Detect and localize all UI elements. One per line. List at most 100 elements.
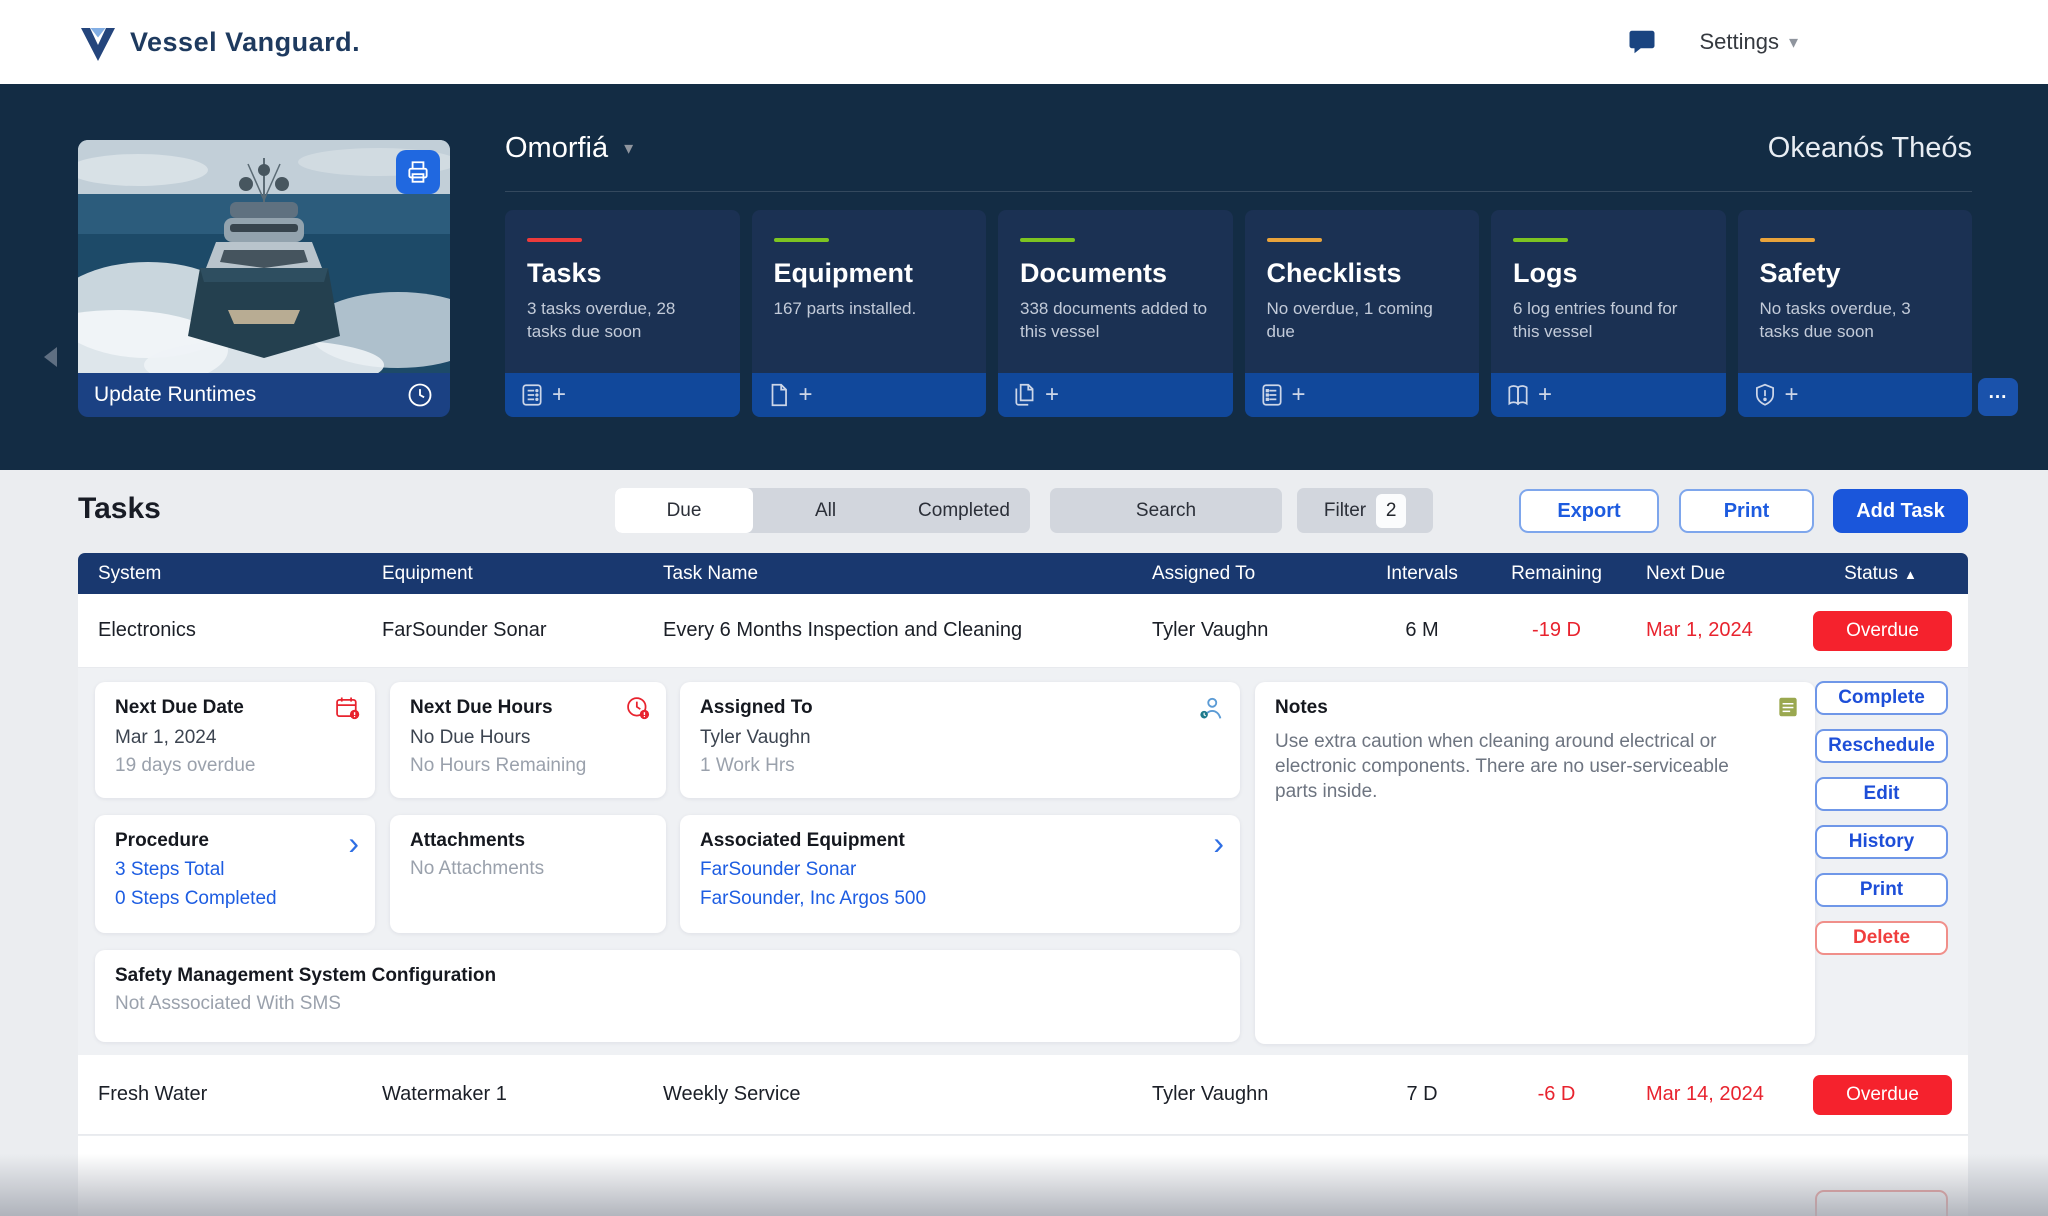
- stat-card-equipment[interactable]: Equipment 167 parts installed. +: [752, 210, 987, 417]
- stat-card-subtitle: 3 tasks overdue, 28 tasks due soon: [527, 298, 720, 344]
- procedure-steps-total-link[interactable]: 3 Steps Total: [115, 859, 355, 881]
- more-cards-button[interactable]: ...: [1978, 378, 2018, 416]
- tab-due[interactable]: Due: [615, 488, 753, 533]
- documents-icon: [1012, 382, 1038, 408]
- associated-equipment-link[interactable]: FarSounder, Inc Argos 500: [700, 888, 1220, 910]
- refresh-clock-icon: [406, 381, 434, 409]
- row-task-name: Every 6 Months Inspection and Cleaning: [643, 619, 1132, 642]
- notes-card: Notes Use extra caution when cleaning ar…: [1255, 682, 1815, 1044]
- print-button[interactable]: Print: [1679, 489, 1814, 533]
- task-detail-panel: Next Due Date Mar 1, 2024 19 days overdu…: [78, 668, 1968, 1055]
- status-badge: Overdue: [1813, 1075, 1952, 1115]
- plus-icon: +: [1045, 383, 1059, 407]
- stat-card-safety[interactable]: Safety No tasks overdue, 3 tasks due soo…: [1738, 210, 1973, 417]
- row-assigned-to: Tyler Vaughn: [1132, 619, 1357, 642]
- table-row[interactable]: Fresh Water Watermaker 1 Weekly Service …: [78, 1055, 1968, 1135]
- next-task-detail-panel: [78, 1136, 1968, 1216]
- associated-equipment-title: Associated Equipment: [700, 830, 1220, 852]
- stat-card-subtitle: 167 parts installed.: [774, 298, 967, 321]
- row-equipment: FarSounder Sonar: [362, 619, 643, 642]
- associated-equipment-link[interactable]: FarSounder Sonar: [700, 859, 1220, 881]
- person-clock-icon: [1196, 694, 1226, 724]
- tasks-section-title: Tasks: [78, 492, 161, 526]
- stat-card-logs[interactable]: Logs 6 log entries found for this vessel…: [1491, 210, 1726, 417]
- stat-card-tasks[interactable]: Tasks 3 tasks overdue, 28 tasks due soon…: [505, 210, 740, 417]
- settings-label: Settings: [1699, 29, 1779, 55]
- search-button[interactable]: Search: [1050, 488, 1282, 533]
- print-vessel-button[interactable]: [396, 150, 440, 194]
- edit-button[interactable]: Edit: [1815, 777, 1948, 811]
- column-status[interactable]: Status▲: [1793, 563, 1968, 585]
- partial-delete-button[interactable]: [1815, 1190, 1948, 1216]
- associated-equipment-card[interactable]: Associated Equipment › FarSounder Sonar …: [680, 815, 1240, 933]
- stat-card-documents[interactable]: Documents 338 documents added to this ve…: [998, 210, 1233, 417]
- add-safety-quick-action[interactable]: +: [1738, 373, 1973, 417]
- add-document-quick-action[interactable]: +: [998, 373, 1233, 417]
- filter-button[interactable]: Filter 2: [1297, 488, 1433, 533]
- history-button[interactable]: History: [1815, 825, 1948, 859]
- previous-vessel-arrow[interactable]: [44, 347, 57, 367]
- sms-value: Not Asssociated With SMS: [115, 993, 1220, 1015]
- procedure-steps-completed-link[interactable]: 0 Steps Completed: [115, 888, 355, 910]
- notes-body: Use extra caution when cleaning around e…: [1275, 729, 1755, 804]
- row-next-due: Mar 14, 2024: [1626, 1083, 1793, 1106]
- task-filter-tabs: Due All Completed: [615, 488, 1030, 533]
- accent-bar: [774, 238, 829, 242]
- row-system: Fresh Water: [78, 1083, 362, 1106]
- chevron-down-icon: ▾: [1789, 32, 1798, 53]
- column-assigned-to[interactable]: Assigned To: [1132, 563, 1357, 585]
- add-equipment-quick-action[interactable]: +: [752, 373, 987, 417]
- complete-button[interactable]: Complete: [1815, 681, 1948, 715]
- column-remaining[interactable]: Remaining: [1487, 563, 1626, 585]
- plus-icon: +: [552, 383, 566, 407]
- stat-card-subtitle: No overdue, 1 coming due: [1267, 298, 1460, 344]
- filter-count-badge: 2: [1376, 494, 1406, 528]
- stat-card-title: Logs: [1513, 258, 1706, 289]
- stat-card-title: Safety: [1760, 258, 1953, 289]
- table-header: System Equipment Task Name Assigned To I…: [78, 553, 1968, 594]
- next-due-hours-title: Next Due Hours: [410, 697, 646, 719]
- accent-bar: [1267, 238, 1322, 242]
- tab-all[interactable]: All: [753, 488, 898, 533]
- vessel-selector[interactable]: Omorfiá ▾: [505, 132, 633, 165]
- export-button[interactable]: Export: [1519, 489, 1659, 533]
- column-task-name[interactable]: Task Name: [643, 563, 1132, 585]
- brand-name: Vessel Vanguard.: [130, 27, 360, 58]
- procedure-card[interactable]: Procedure › 3 Steps Total 0 Steps Comple…: [95, 815, 375, 933]
- chevron-right-icon: ›: [348, 825, 359, 862]
- column-system[interactable]: System: [78, 563, 362, 585]
- calendar-alert-icon: [333, 694, 361, 722]
- add-task-button[interactable]: Add Task: [1833, 489, 1968, 533]
- chat-icon[interactable]: [1627, 27, 1657, 57]
- row-intervals: 7 D: [1357, 1083, 1487, 1106]
- add-checklist-quick-action[interactable]: +: [1245, 373, 1480, 417]
- settings-menu[interactable]: Settings ▾: [1699, 29, 1798, 55]
- vessel-hero: Update Runtimes Omorfiá ▾ Okeanós Theós …: [0, 84, 2048, 470]
- print-task-button[interactable]: Print: [1815, 873, 1948, 907]
- column-intervals[interactable]: Intervals: [1357, 563, 1487, 585]
- brand-logo[interactable]: Vessel Vanguard.: [78, 22, 360, 62]
- column-equipment[interactable]: Equipment: [362, 563, 643, 585]
- stat-card-subtitle: 338 documents added to this vessel: [1020, 298, 1213, 344]
- reschedule-button[interactable]: Reschedule: [1815, 729, 1948, 763]
- row-remaining: -19 D: [1487, 619, 1626, 642]
- add-log-quick-action[interactable]: +: [1491, 373, 1726, 417]
- add-task-quick-action[interactable]: +: [505, 373, 740, 417]
- procedure-title: Procedure: [115, 830, 355, 852]
- update-runtimes-button[interactable]: Update Runtimes: [78, 373, 450, 417]
- row-intervals: 6 M: [1357, 619, 1487, 642]
- logo-v-icon: [78, 22, 118, 62]
- table-row[interactable]: Electronics FarSounder Sonar Every 6 Mon…: [78, 594, 1968, 668]
- vessel-name: Omorfiá: [505, 132, 608, 165]
- assigned-to-note: 1 Work Hrs: [700, 755, 1220, 777]
- column-next-due[interactable]: Next Due: [1626, 563, 1793, 585]
- accent-bar: [527, 238, 582, 242]
- stat-card-checklists[interactable]: Checklists No overdue, 1 coming due +: [1245, 210, 1480, 417]
- tab-completed[interactable]: Completed: [898, 488, 1030, 533]
- vessel-photo: [78, 140, 450, 373]
- delete-button[interactable]: Delete: [1815, 921, 1948, 955]
- vessel-header: Omorfiá ▾ Okeanós Theós: [505, 106, 1972, 192]
- next-due-date-value: Mar 1, 2024: [115, 727, 355, 749]
- plus-icon: +: [1292, 383, 1306, 407]
- attachments-card: Attachments No Attachments: [390, 815, 666, 933]
